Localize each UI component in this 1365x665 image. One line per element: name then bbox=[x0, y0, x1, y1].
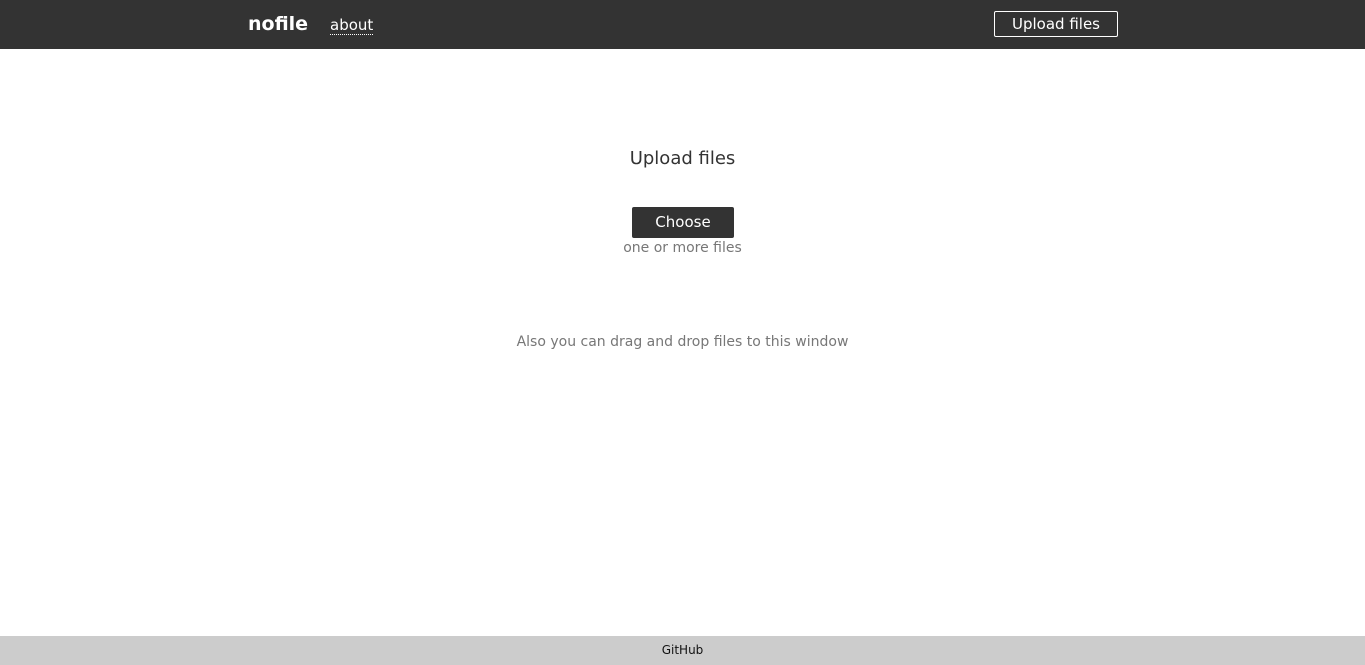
upload-title: Upload files bbox=[629, 148, 736, 169]
footer: GitHub bbox=[0, 636, 1365, 665]
about-link[interactable]: about bbox=[330, 16, 374, 35]
choose-hint-text: one or more files bbox=[623, 240, 742, 256]
drag-drop-hint: Also you can drag and drop files to this… bbox=[516, 334, 849, 350]
top-navbar: nofile about Upload files bbox=[0, 0, 1365, 49]
header-upload-files-button[interactable]: Upload files bbox=[994, 11, 1118, 37]
github-link[interactable]: GitHub bbox=[662, 643, 704, 658]
brand-logo-link[interactable]: nofile bbox=[248, 12, 308, 36]
choose-files-button[interactable]: Choose bbox=[632, 207, 734, 238]
